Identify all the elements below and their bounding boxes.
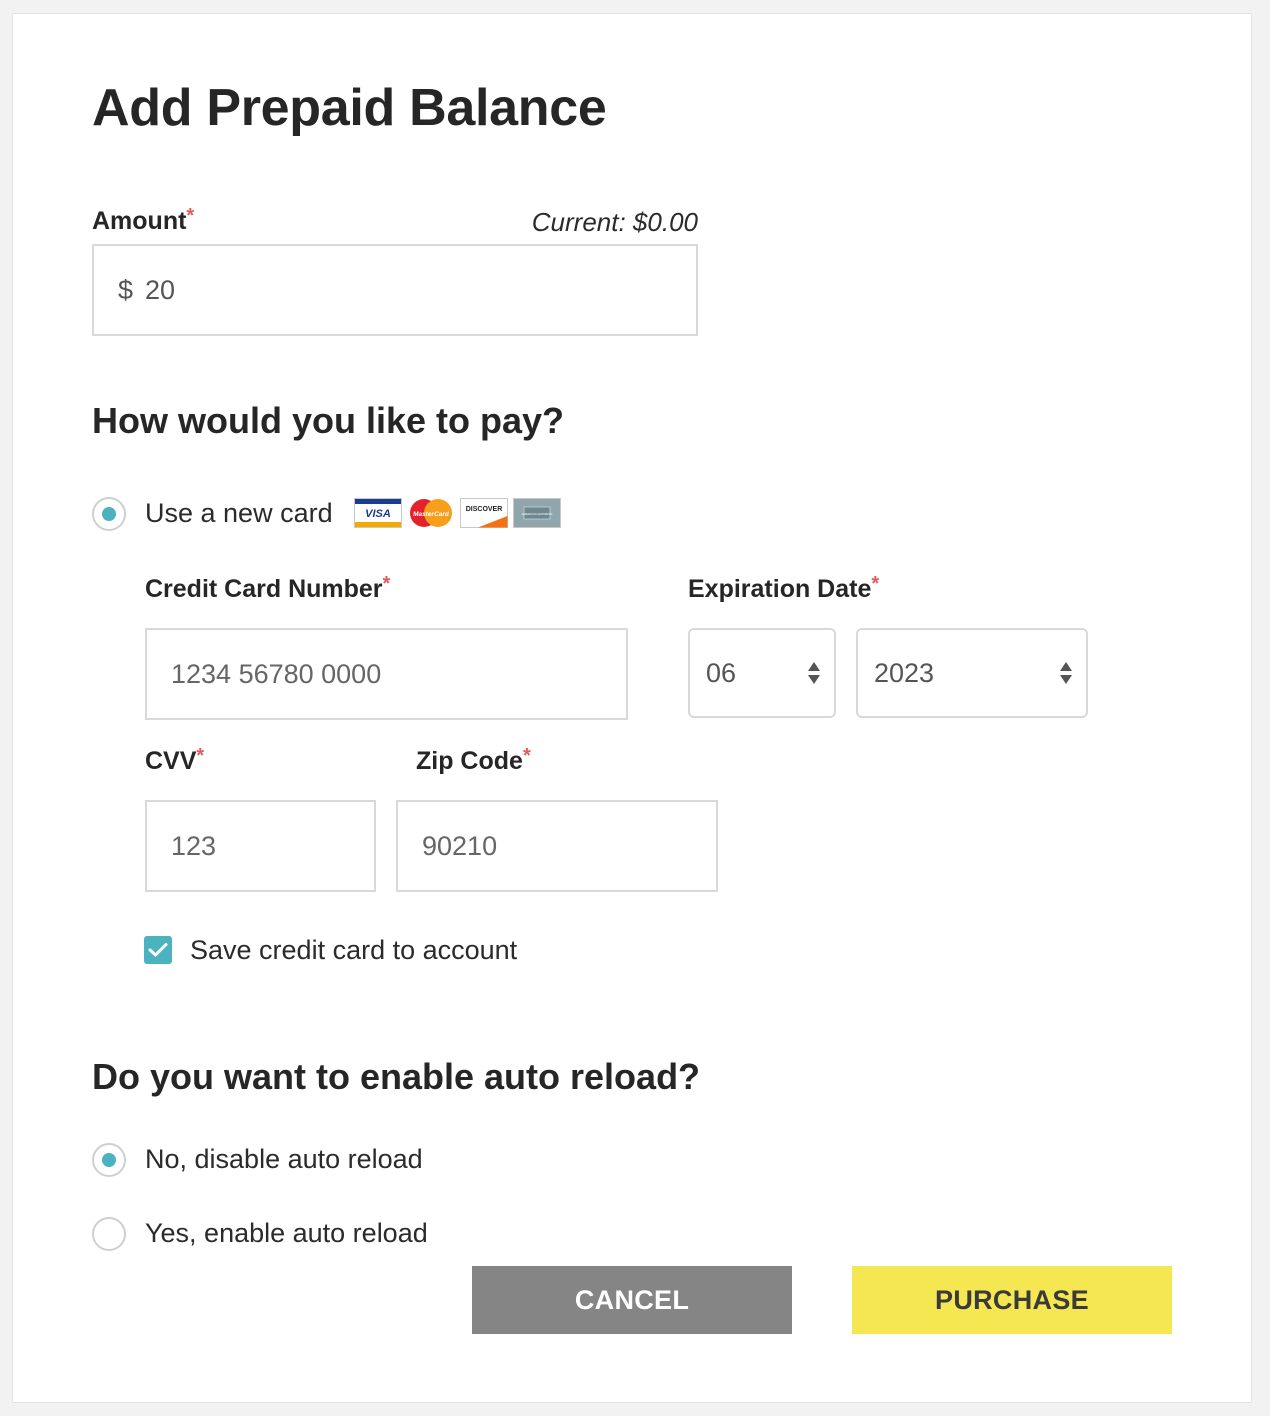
required-mark: *	[871, 573, 880, 595]
expiration-month-value: 06	[706, 657, 737, 688]
amount-field[interactable]: $	[92, 244, 698, 336]
card-number-input[interactable]	[171, 658, 626, 690]
card-number-label: Credit Card Number*	[145, 573, 391, 604]
current-balance: Current: $0.00	[531, 207, 698, 237]
visa-icon: VISA	[354, 498, 402, 528]
expiration-label-text: Expiration Date	[688, 575, 872, 603]
enable-auto-reload-radio[interactable]	[92, 1217, 126, 1251]
required-mark: *	[196, 745, 205, 767]
save-card-label: Save credit card to account	[190, 935, 518, 965]
discover-logo-text: DISCOVER	[466, 506, 503, 513]
payment-heading: How would you like to pay?	[92, 400, 565, 441]
disable-auto-reload-label: No, disable auto reload	[145, 1144, 423, 1174]
expiration-month-select[interactable]: 06	[688, 628, 836, 718]
checkmark-icon	[148, 943, 168, 957]
enable-auto-reload-label: Yes, enable auto reload	[145, 1218, 428, 1248]
page-title: Add Prepaid Balance	[92, 79, 607, 137]
mastercard-icon: MasterCard	[410, 499, 452, 527]
amount-input[interactable]	[145, 274, 696, 306]
required-mark: *	[522, 745, 531, 767]
cvv-label: CVV*	[145, 745, 205, 776]
amex-logo-text: AMERICAN EXPRESS	[522, 512, 553, 516]
card-number-field[interactable]	[145, 628, 628, 720]
amex-icon: AMERICAN EXPRESS	[513, 498, 561, 528]
select-arrows-icon	[1060, 662, 1072, 684]
required-mark: *	[382, 573, 391, 595]
amount-label: Amount*	[92, 205, 195, 236]
zip-input[interactable]	[422, 830, 716, 862]
zip-field[interactable]	[396, 800, 718, 892]
mastercard-logo-text: MasterCard	[413, 511, 450, 518]
cvv-input[interactable]	[171, 830, 374, 862]
cvv-field[interactable]	[145, 800, 376, 892]
save-card-checkbox[interactable]	[144, 936, 172, 964]
expiration-year-select[interactable]: 2023	[856, 628, 1088, 718]
currency-symbol: $	[118, 274, 134, 305]
cancel-button[interactable]: CANCEL	[472, 1266, 792, 1334]
expiration-label: Expiration Date*	[688, 573, 880, 604]
auto-reload-heading: Do you want to enable auto reload?	[92, 1056, 701, 1097]
zip-label: Zip Code*	[416, 745, 531, 776]
new-card-label: Use a new card	[145, 498, 333, 528]
new-card-radio[interactable]	[92, 497, 126, 531]
discover-icon: DISCOVER	[460, 498, 508, 528]
card-brand-logos: VISA MasterCard DISCOVER AMERICAN EXPRES…	[354, 498, 561, 528]
required-mark: *	[186, 205, 195, 227]
cvv-label-text: CVV	[145, 747, 197, 775]
card-number-label-text: Credit Card Number	[145, 575, 383, 603]
expiration-year-value: 2023	[874, 657, 935, 688]
zip-label-text: Zip Code	[416, 747, 523, 775]
purchase-button[interactable]: PURCHASE	[852, 1266, 1172, 1334]
visa-logo-text: VISA	[365, 508, 391, 520]
amount-label-text: Amount	[92, 207, 187, 235]
select-arrows-icon	[808, 662, 820, 684]
disable-auto-reload-radio[interactable]	[92, 1143, 126, 1177]
